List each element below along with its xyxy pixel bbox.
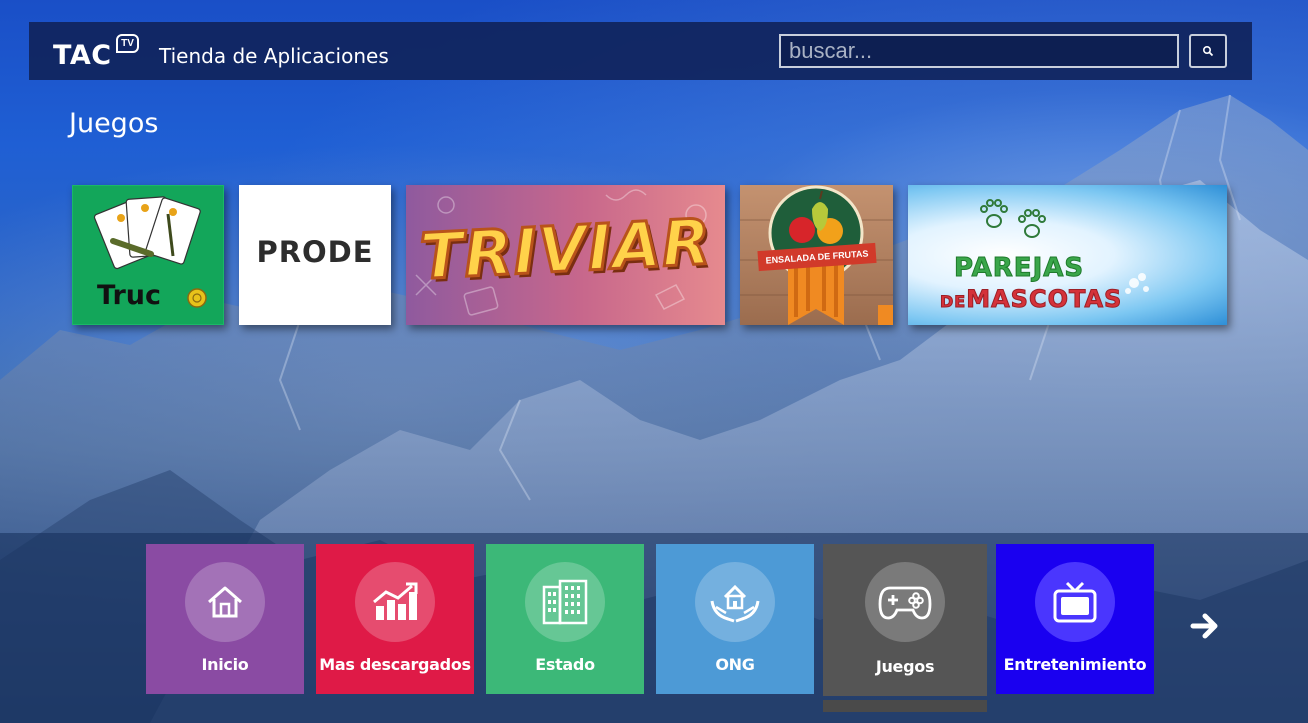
- nav-icon-circle: [695, 562, 775, 642]
- truco-label: Truc: [97, 280, 161, 311]
- parejas-label-line2: DEMASCOTAS: [939, 285, 1123, 314]
- section-title: Juegos: [69, 108, 159, 139]
- nav-icon-circle: [1035, 562, 1115, 642]
- nav-tile-juegos-selected[interactable]: Juegos: [823, 544, 987, 696]
- nav-icon-circle: [865, 562, 945, 642]
- nav-label-juegos: Juegos: [875, 657, 935, 676]
- arrow-right-icon[interactable]: [1190, 611, 1220, 641]
- app-tile-parejas-de-mascotas[interactable]: PAREJAS DEMASCOTAS: [908, 185, 1227, 325]
- nav-label-mas-descargados: Mas descargados: [319, 655, 471, 674]
- search-button[interactable]: [1189, 34, 1227, 68]
- building-icon: [542, 579, 588, 625]
- prode-label: PRODE: [256, 235, 374, 269]
- selected-indicator: [823, 700, 987, 712]
- hands-house-icon: [710, 584, 760, 623]
- nav-icon-circle: [525, 562, 605, 642]
- parejas-label-de: DE: [939, 292, 967, 312]
- logo-tv-badge: TV: [116, 34, 139, 53]
- nav-label-estado: Estado: [535, 655, 595, 674]
- nav-tile-inicio[interactable]: Inicio: [146, 544, 304, 694]
- triviar-label: TRIVIAR: [417, 204, 715, 295]
- nav-label-inicio: Inicio: [201, 655, 249, 674]
- app-tile-triviar[interactable]: TRIVIAR: [406, 185, 725, 325]
- nav-tile-mas-descargados[interactable]: Mas descargados: [316, 544, 474, 694]
- tv-icon: [1053, 581, 1097, 623]
- gamepad-icon: [878, 586, 932, 620]
- store-title: Tienda de Aplicaciones: [159, 44, 389, 68]
- nav-icon-circle: [185, 562, 265, 642]
- nav-label-entretenimiento: Entretenimiento: [1003, 655, 1147, 674]
- nav-icon-circle: [355, 562, 435, 642]
- app-tile-prode[interactable]: PRODE: [239, 185, 391, 325]
- nav-tile-ong[interactable]: ONG: [656, 544, 814, 694]
- top-header: TAC TV Tienda de Aplicaciones: [29, 22, 1252, 80]
- nav-tile-estado[interactable]: Estado: [486, 544, 644, 694]
- app-tile-truco[interactable]: Truc: [72, 185, 224, 325]
- parejas-label-line1: PAREJAS: [953, 253, 1085, 284]
- nav-tile-entretenimiento[interactable]: Entretenimiento: [996, 544, 1154, 694]
- search-input[interactable]: [779, 34, 1179, 68]
- search-icon: [1202, 45, 1214, 57]
- nav-label-ong: ONG: [715, 655, 755, 674]
- logo-text: TAC: [53, 40, 112, 71]
- app-tile-ensalada-de-frutas[interactable]: ENSALADA DE FRUTAS: [740, 185, 893, 325]
- chart-up-icon: [373, 582, 418, 620]
- home-icon: [208, 586, 242, 618]
- parejas-label-mascotas: MASCOTAS: [966, 285, 1123, 314]
